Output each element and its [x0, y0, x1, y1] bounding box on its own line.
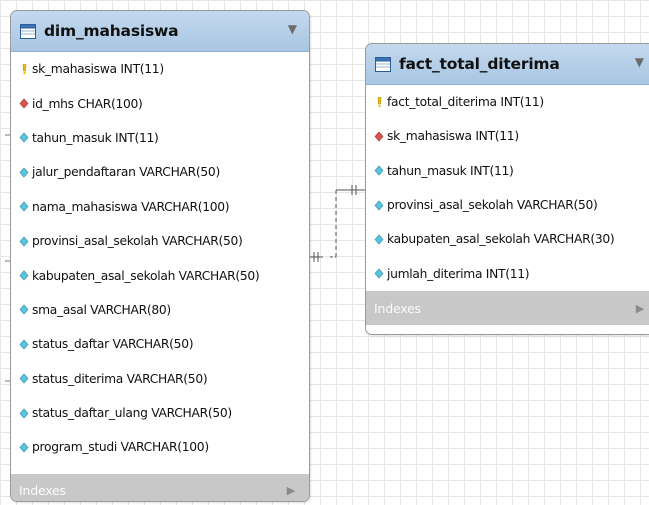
column-label: kabupaten_asal_sekolah VARCHAR(30)	[387, 232, 615, 247]
column-row[interactable]: kabupaten_asal_sekolah VARCHAR(50)	[11, 258, 309, 292]
column-label: jumlah_diterima INT(11)	[387, 266, 530, 281]
column-icon	[19, 132, 29, 143]
column-label: tahun_masuk INT(11)	[32, 130, 159, 145]
column-row[interactable]: status_diterima VARCHAR(50)	[11, 362, 309, 396]
expand-arrow-icon[interactable]: ▶	[287, 484, 295, 497]
column-icon	[19, 408, 29, 419]
column-label: provinsi_asal_sekolah VARCHAR(50)	[32, 234, 243, 249]
column-list: sk_mahasiswa INT(11) id_mhs CHAR(100) tahu…	[11, 52, 309, 465]
column-icon	[374, 200, 384, 211]
column-icon	[19, 304, 29, 315]
column-icon	[19, 270, 29, 281]
collapse-arrow-icon[interactable]: ▼	[288, 22, 297, 36]
column-label: sk_mahasiswa INT(11)	[387, 129, 519, 144]
table-header[interactable]: fact_total_diterima ▼	[366, 44, 649, 85]
column-row[interactable]: sma_asal VARCHAR(80)	[11, 293, 309, 327]
not-null-column-icon	[19, 98, 29, 109]
column-label: tahun_masuk INT(11)	[387, 163, 514, 178]
column-icon	[19, 236, 29, 247]
column-row[interactable]: jalur_pendaftaran VARCHAR(50)	[11, 155, 309, 189]
column-label: status_diterima VARCHAR(50)	[32, 371, 208, 386]
column-icon	[19, 167, 29, 178]
column-row[interactable]: sk_mahasiswa INT(11)	[11, 52, 309, 86]
table-dim-mahasiswa[interactable]: dim_mahasiswa ▼ sk_mahasiswa INT(11) id_m…	[10, 10, 310, 502]
column-row[interactable]: provinsi_asal_sekolah VARCHAR(50)	[366, 188, 649, 222]
column-label: kabupaten_asal_sekolah VARCHAR(50)	[32, 268, 260, 283]
column-row[interactable]: tahun_masuk INT(11)	[11, 121, 309, 155]
column-row[interactable]: kabupaten_asal_sekolah VARCHAR(30)	[366, 222, 649, 256]
table-icon	[20, 23, 36, 39]
primary-key-icon	[374, 96, 384, 108]
column-label: fact_total_diterima INT(11)	[387, 95, 544, 110]
column-label: jalur_pendaftaran VARCHAR(50)	[32, 165, 220, 180]
indexes-label: Indexes	[374, 300, 421, 316]
column-icon	[374, 234, 384, 245]
column-row[interactable]: status_daftar VARCHAR(50)	[11, 327, 309, 361]
column-icon	[19, 339, 29, 350]
column-row[interactable]: provinsi_asal_sekolah VARCHAR(50)	[11, 224, 309, 258]
column-icon	[374, 268, 384, 279]
not-null-column-icon	[374, 131, 384, 142]
column-row[interactable]: program_studi VARCHAR(100)	[11, 430, 309, 464]
column-icon	[19, 373, 29, 384]
indexes-label: Indexes	[19, 482, 66, 498]
column-list: fact_total_diterima INT(11) sk_mahasiswa …	[366, 85, 649, 291]
expand-arrow-icon[interactable]: ▶	[636, 302, 644, 315]
indexes-section[interactable]: Indexes ▶	[11, 474, 309, 501]
column-label: program_studi VARCHAR(100)	[32, 440, 209, 455]
column-row[interactable]: sk_mahasiswa INT(11)	[366, 119, 649, 153]
column-label: provinsi_asal_sekolah VARCHAR(50)	[387, 198, 598, 213]
indexes-section[interactable]: Indexes ▶	[366, 291, 649, 325]
column-row[interactable]: jumlah_diterima INT(11)	[366, 256, 649, 290]
column-label: status_daftar VARCHAR(50)	[32, 337, 194, 352]
table-title: dim_mahasiswa	[44, 22, 179, 40]
column-label: nama_mahasiswa VARCHAR(100)	[32, 199, 230, 214]
column-row[interactable]: nama_mahasiswa VARCHAR(100)	[11, 190, 309, 224]
column-row[interactable]: fact_total_diterima INT(11)	[366, 85, 649, 119]
primary-key-icon	[19, 63, 29, 75]
column-label: status_daftar_ulang VARCHAR(50)	[32, 406, 232, 421]
table-title: fact_total_diterima	[399, 55, 560, 73]
column-label: id_mhs CHAR(100)	[32, 96, 143, 111]
column-label: sma_asal VARCHAR(80)	[32, 302, 171, 317]
table-header[interactable]: dim_mahasiswa ▼	[11, 11, 309, 52]
table-fact-total-diterima[interactable]: fact_total_diterima ▼ fact_total_diterim…	[365, 43, 649, 335]
column-row[interactable]: status_daftar_ulang VARCHAR(50)	[11, 396, 309, 430]
column-icon	[19, 201, 29, 212]
column-label: sk_mahasiswa INT(11)	[32, 62, 164, 77]
collapse-arrow-icon[interactable]: ▼	[635, 55, 644, 69]
table-icon	[375, 56, 391, 72]
column-icon	[19, 442, 29, 453]
column-row[interactable]: tahun_masuk INT(11)	[366, 154, 649, 188]
column-icon	[374, 165, 384, 176]
column-row[interactable]: id_mhs CHAR(100)	[11, 86, 309, 120]
